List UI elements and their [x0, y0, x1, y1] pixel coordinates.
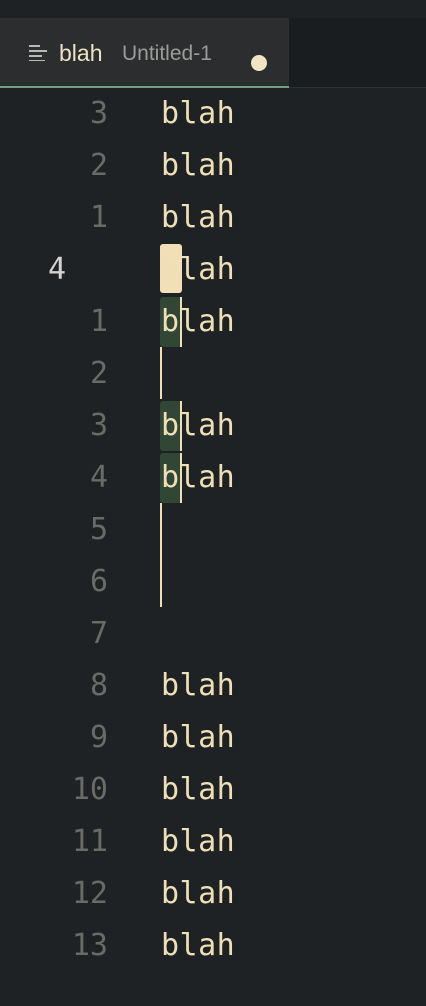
line-number: 1: [89, 200, 108, 235]
line-text: blah: [161, 148, 236, 183]
list-icon: [29, 45, 47, 61]
line-number: 4: [89, 460, 108, 495]
line-text: blah: [161, 928, 236, 963]
editor-line[interactable]: 2: [0, 348, 426, 400]
editor-line[interactable]: 3 blah: [0, 400, 426, 452]
editor-line[interactable]: 2 blah: [0, 140, 426, 192]
line-text: blah: [161, 668, 236, 703]
line-number: 7: [89, 616, 108, 651]
editor-line[interactable]: 1 blah: [0, 296, 426, 348]
tab-description: Untitled-1: [122, 42, 212, 65]
editor-line[interactable]: 3 blah: [0, 88, 426, 140]
editor-line[interactable]: 10 blah: [0, 764, 426, 816]
line-number: 6: [89, 564, 108, 599]
line-text: blah: [161, 304, 236, 339]
unsaved-dot-icon[interactable]: [251, 55, 267, 71]
line-text: blah: [161, 408, 236, 443]
line-text: blah: [161, 824, 236, 859]
current-line-number: 4: [47, 252, 66, 287]
editor-line[interactable]: 12 blah: [0, 868, 426, 920]
window-top-strip: [0, 0, 426, 18]
line-number: 1: [89, 304, 108, 339]
editor-line[interactable]: 9 blah: [0, 712, 426, 764]
line-number: 2: [89, 148, 108, 183]
line-text: blah: [161, 252, 236, 287]
line-number: 3: [89, 96, 108, 131]
line-number: 3: [89, 408, 108, 443]
line-text: blah: [161, 772, 236, 807]
editor-area[interactable]: 3 blah 2 blah 1 blah 4 blah 1 blah 2 3 b…: [0, 88, 426, 1006]
line-text: blah: [161, 200, 236, 235]
line-number: 2: [89, 356, 108, 391]
line-text: blah: [161, 96, 236, 131]
editor-line[interactable]: 7: [0, 608, 426, 660]
tab-bar: blah Untitled-1: [0, 18, 426, 87]
line-text: blah: [161, 876, 236, 911]
editor-line[interactable]: 11 blah: [0, 816, 426, 868]
line-number: 10: [71, 772, 108, 807]
line-number: 8: [89, 668, 108, 703]
line-number: 11: [71, 824, 108, 859]
line-text: blah: [161, 460, 236, 495]
tab-title: blah: [59, 40, 103, 66]
editor-line[interactable]: 6: [0, 556, 426, 608]
editor-tab[interactable]: blah Untitled-1: [0, 18, 289, 87]
editor-line[interactable]: 4 blah: [0, 452, 426, 504]
line-number: 9: [89, 720, 108, 755]
editor-line[interactable]: 13 blah: [0, 920, 426, 972]
line-number: 12: [71, 876, 108, 911]
editor-line[interactable]: 1 blah: [0, 192, 426, 244]
editor-line[interactable]: 8 blah: [0, 660, 426, 712]
line-text: blah: [161, 720, 236, 755]
editor-line-current[interactable]: 4 blah: [0, 244, 426, 296]
editor-line[interactable]: 5: [0, 504, 426, 556]
line-number: 5: [89, 512, 108, 547]
line-number: 13: [71, 928, 108, 963]
